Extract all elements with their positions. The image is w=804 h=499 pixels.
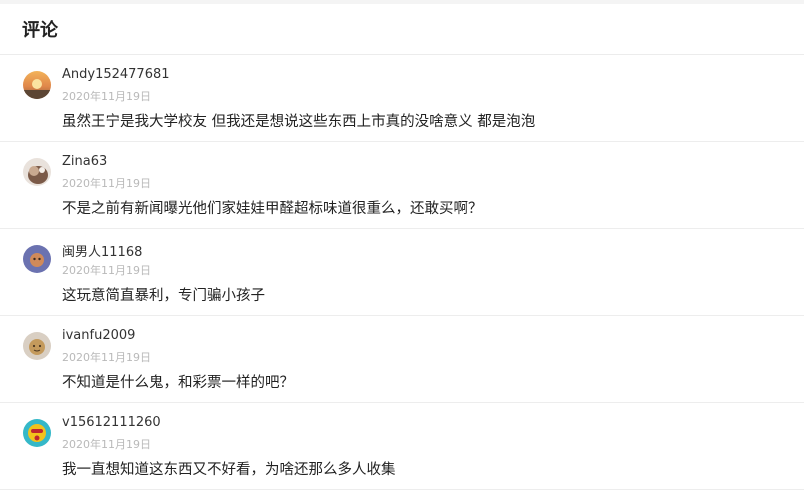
comment-item: Zina63 2020年11月19日 不是之前有新闻曝光他们家娃娃甲醛超标味道很…: [0, 142, 804, 229]
comment-username[interactable]: Andy152477681: [62, 67, 170, 82]
comment-text: 我一直想知道这东西又不好看，为啥还那么多人收集: [62, 462, 396, 478]
comment-text: 虽然王宁是我大学校友 但我还是想说这些东西上市真的没啥意义 都是泡泡: [62, 114, 536, 130]
comment-text: 不知道是什么鬼，和彩票一样的吧？: [62, 375, 294, 391]
comment-item: Andy152477681 2020年11月19日 虽然王宁是我大学校友 但我还…: [0, 55, 804, 142]
comment-text: 这玩意简直暴利，专门骗小孩子: [62, 288, 265, 304]
comment-date: 2020年11月19日: [62, 438, 151, 451]
user-avatar[interactable]: [23, 245, 51, 273]
user-avatar[interactable]: [23, 419, 51, 447]
comment-date: 2020年11月19日: [62, 90, 151, 103]
comment-username[interactable]: 闽男人11168: [62, 241, 142, 260]
comments-title: 评论: [22, 20, 58, 41]
comment-date: 2020年11月19日: [62, 264, 151, 277]
comment-date: 2020年11月19日: [62, 177, 151, 190]
comment-item: ivanfu2009 2020年11月19日 不知道是什么鬼，和彩票一样的吧？: [0, 316, 804, 403]
comments-header: 评论: [0, 4, 804, 55]
comment-username[interactable]: v15612111260: [62, 415, 161, 430]
user-avatar[interactable]: [23, 158, 51, 186]
user-avatar[interactable]: [23, 71, 51, 99]
comment-username[interactable]: Zina63: [62, 154, 107, 169]
comment-date: 2020年11月19日: [62, 351, 151, 364]
comment-text: 不是之前有新闻曝光他们家娃娃甲醛超标味道很重么，还敢买啊？: [62, 201, 483, 217]
user-avatar[interactable]: [23, 332, 51, 360]
comment-item: 闽男人11168 2020年11月19日 这玩意简直暴利，专门骗小孩子: [0, 229, 804, 316]
comment-username[interactable]: ivanfu2009: [62, 328, 135, 343]
comments-panel: 评论 Andy152477681 2020年11月19日 虽然王宁是我大学校友 …: [0, 4, 804, 499]
comment-item: v15612111260 2020年11月19日 我一直想知道这东西又不好看，为…: [0, 403, 804, 490]
